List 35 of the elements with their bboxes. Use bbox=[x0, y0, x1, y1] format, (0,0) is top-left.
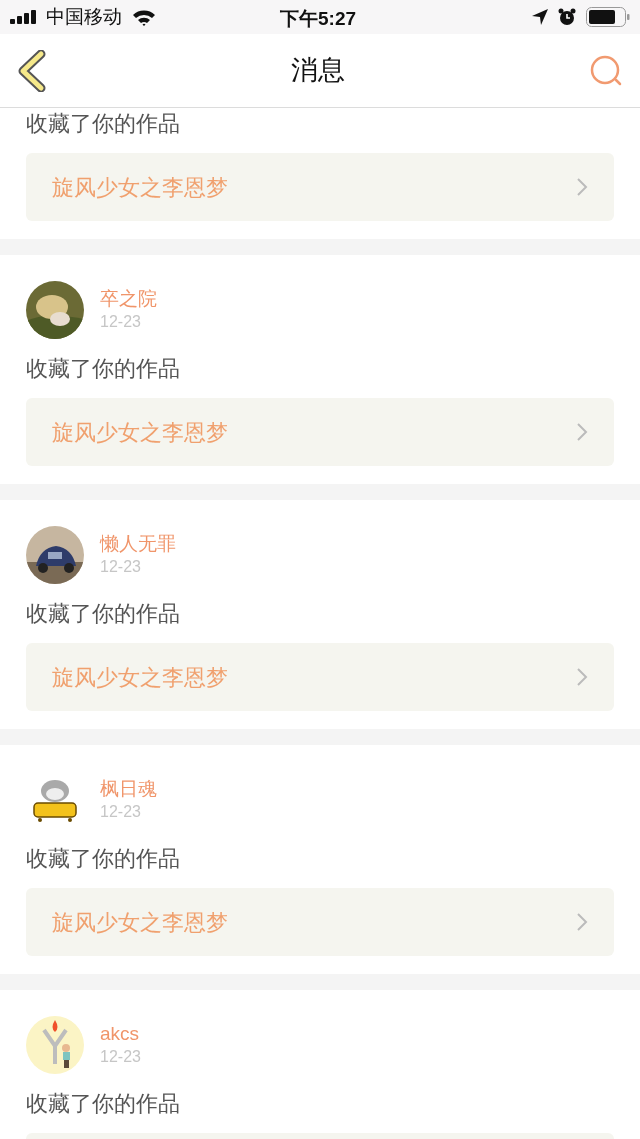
work-title: 旋风少女之李恩梦 bbox=[52, 418, 229, 447]
message-date: 12-23 bbox=[100, 802, 142, 822]
wifi-icon bbox=[132, 8, 156, 26]
user-name[interactable]: 卒之院 bbox=[100, 287, 157, 311]
message-text: 收藏了你的作品 bbox=[26, 845, 181, 873]
message-text: 收藏了你的作品 bbox=[26, 1090, 181, 1118]
back-chevron-icon bbox=[17, 49, 47, 92]
clock-time: 下午5:27 bbox=[280, 7, 357, 31]
work-title: 旋风少女之李恩梦 bbox=[52, 173, 229, 202]
chevron-right-icon bbox=[576, 422, 588, 442]
message-text: 收藏了你的作品 bbox=[26, 600, 181, 628]
page-title: 消息 bbox=[291, 54, 345, 88]
user-name[interactable]: 懒人无罪 bbox=[100, 532, 176, 556]
message-text: 收藏了你的作品 bbox=[26, 355, 181, 383]
message-date: 12-23 bbox=[100, 557, 142, 577]
back-button[interactable] bbox=[16, 49, 48, 92]
chevron-right-icon bbox=[576, 667, 588, 687]
work-link[interactable]: 旋风少女之李恩梦 bbox=[26, 643, 614, 711]
message-date: 12-23 bbox=[100, 1047, 141, 1067]
location-arrow-icon bbox=[532, 9, 548, 25]
work-link[interactable]: 旋风少女之李恩梦 bbox=[26, 398, 614, 466]
alarm-icon bbox=[558, 8, 576, 26]
carrier-name: 中国移动 bbox=[46, 4, 122, 29]
chevron-right-icon bbox=[576, 177, 588, 197]
chevron-right-icon bbox=[576, 912, 588, 932]
message-text: 收藏了你的作品 bbox=[26, 110, 181, 138]
work-link[interactable]: 旋风少女之李恩梦 bbox=[26, 888, 614, 956]
user-name[interactable]: akcs bbox=[100, 1022, 141, 1046]
work-title: 旋风少女之李恩梦 bbox=[52, 663, 229, 692]
battery-icon bbox=[586, 7, 630, 27]
work-title: 旋风少女之李恩梦 bbox=[52, 908, 229, 937]
search-icon bbox=[589, 53, 623, 88]
work-link[interactable]: 旋风少女之李恩梦 bbox=[26, 153, 614, 221]
user-name[interactable]: 枫日魂 bbox=[100, 777, 157, 801]
message-date: 12-23 bbox=[100, 312, 142, 332]
